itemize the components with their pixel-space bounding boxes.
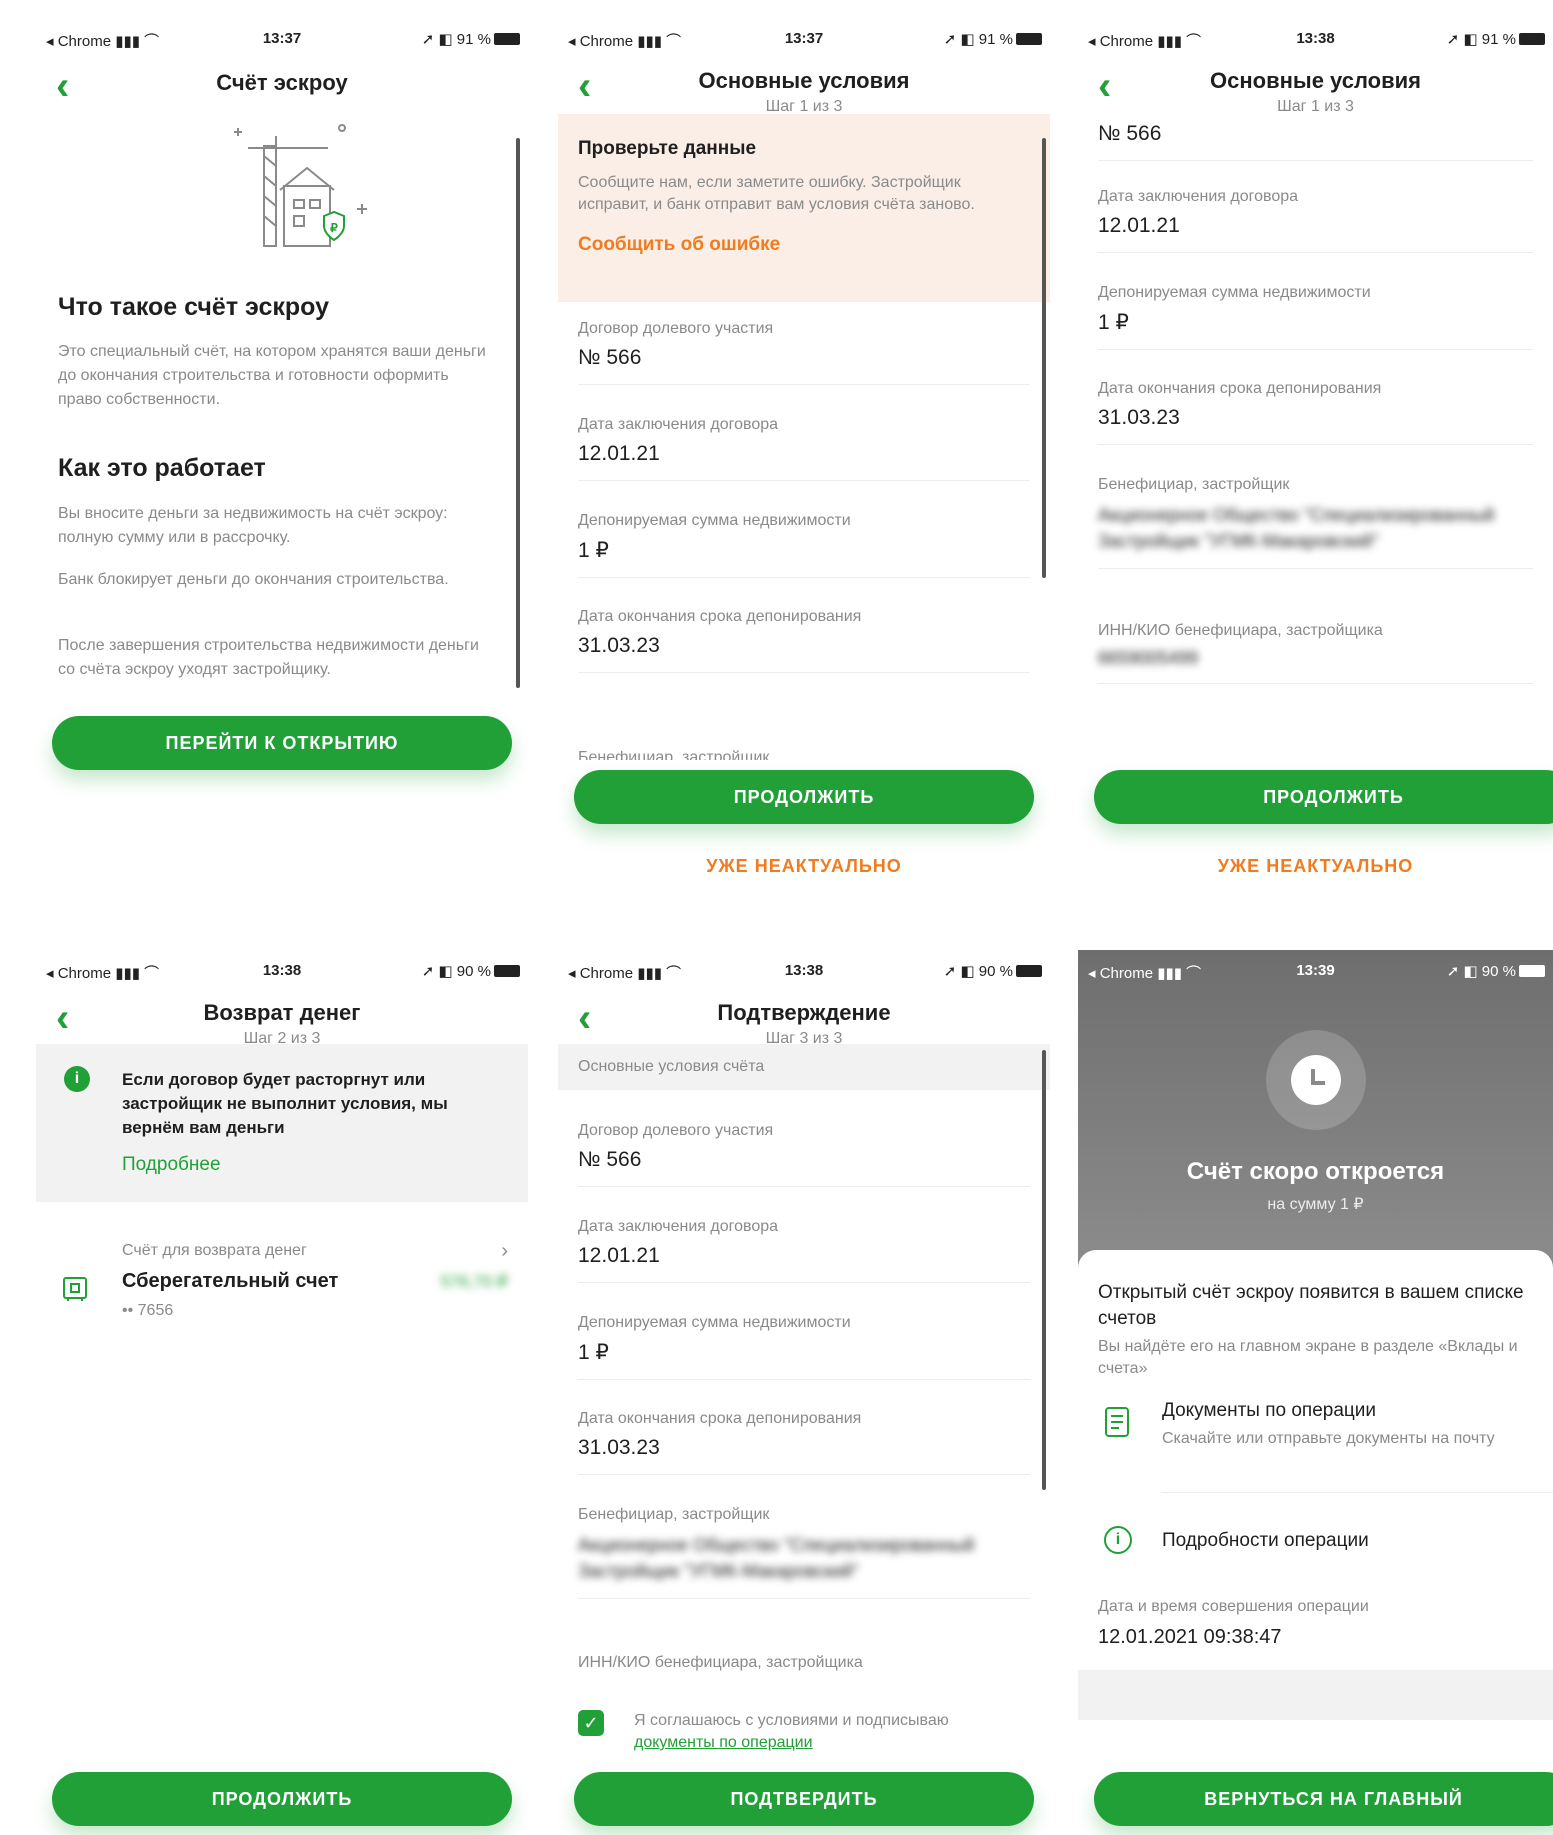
continue-button[interactable]: Продолжить: [1094, 770, 1553, 824]
page-title: Возврат денег: [203, 1000, 361, 1025]
scrollbar[interactable]: [516, 138, 520, 688]
field-end-date: Дата окончания срока депонирования 31.03…: [578, 608, 1030, 673]
field-amount: Депонируемая сумма недвижимости 1 ₽: [578, 512, 1030, 578]
paragraph-what: Это специальный счёт, на котором хранятс…: [58, 343, 486, 408]
page-title: Основные условия: [1210, 68, 1421, 93]
battery-indicator: ➚ ◧ 90 %: [422, 962, 520, 980]
refund-info-text: Если договор будет расторгнут или застро…: [122, 1070, 448, 1137]
scrollbar[interactable]: [1042, 138, 1046, 578]
screen-escrow-intro: ◂ Chrome ▮▮▮ ⌒ 13:37 ➚ ◧ 91 % ‹ Счёт эск…: [36, 18, 528, 923]
page-title: Основные условия: [698, 68, 910, 93]
document-icon: [1105, 1407, 1129, 1437]
status-bar: ◂ Chrome ▮▮▮ ⌒ 13:38 ➚ ◧ 91 %: [1078, 24, 1553, 54]
field-inn: ИНН/КИО бенефициара, застройщика 6659005…: [1098, 622, 1533, 684]
status-bar: ◂ Chrome ▮▮▮ ⌒ 13:37 ➚ ◧ 91 %: [558, 24, 1050, 54]
field-contract: Договор долевого участия № 566: [578, 1122, 1030, 1187]
report-error-link[interactable]: Сообщить об ошибке: [578, 234, 1030, 256]
field-beneficiary: Бенефициар, застройщик Акционерное Общес…: [1098, 476, 1533, 569]
refund-info-banner: i Если договор будет расторгнут или заст…: [36, 1044, 528, 1202]
field-contract-date: Дата заключения договора 12.01.21: [1098, 188, 1533, 253]
info-icon: i: [64, 1066, 90, 1092]
account-name: Сберегательный счет: [122, 1270, 339, 1292]
field-inn-label: ИНН/КИО бенефициара, застройщика: [578, 1654, 863, 1671]
check-data-banner: Проверьте данные Сообщите нам, если заме…: [558, 114, 1050, 302]
status-bar: ◂ Chrome ▮▮▮ ⌒ 13:39 ➚ ◧ 90 %: [1078, 956, 1553, 986]
success-subtitle: на сумму 1 ₽: [1267, 1196, 1364, 1213]
field-beneficiary: Бенефициар, застройщик Акционерное Общес…: [578, 1506, 1030, 1599]
success-header: ◂ Chrome ▮▮▮ ⌒ 13:39 ➚ ◧ 90 % Счёт скоро…: [1078, 950, 1553, 1280]
heading-how: Как это работает: [58, 454, 266, 482]
paragraph-how-1: Вы вносите деньги за недвижимость на счё…: [58, 505, 448, 546]
status-bar: ◂ Chrome ▮▮▮ ⌒ 13:38 ➚ ◧ 90 %: [36, 956, 528, 986]
documents-title: Документы по операции: [1162, 1400, 1377, 1421]
success-title: Счёт скоро откроется: [1186, 1158, 1445, 1185]
screen-main-terms-scrolled: ◂ Chrome ▮▮▮ ⌒ 13:38 ➚ ◧ 91 % ‹ Основные…: [1078, 18, 1553, 923]
field-end-date: Дата окончания срока депонирования 31.03…: [1098, 380, 1533, 445]
banner-text: Сообщите нам, если заметите ошибку. Заст…: [578, 174, 975, 213]
banner-title: Проверьте данные: [578, 138, 757, 159]
field-contract: Договор долевого участия № 566: [578, 320, 1030, 385]
paragraph-how-2: Банк блокирует деньги до окончания строи…: [58, 571, 449, 588]
heading-what: Что такое счёт эскроу: [58, 293, 330, 321]
continue-button[interactable]: Продолжить: [52, 1772, 512, 1826]
chevron-right-icon: ›: [501, 1240, 508, 1262]
safe-icon: [63, 1277, 87, 1301]
continue-button[interactable]: Продолжить: [574, 770, 1034, 824]
field-contract-date: Дата заключения договора 12.01.21: [578, 1218, 1030, 1283]
not-relevant-button[interactable]: Уже неактуально: [1078, 856, 1553, 877]
field-amount: Депонируемая сумма недвижимости 1 ₽: [1098, 284, 1533, 350]
battery-indicator: ➚ ◧ 91 %: [1447, 30, 1545, 48]
refund-account-row[interactable]: Счёт для возврата денег › Сберегательный…: [36, 1230, 528, 1330]
screen-confirmation: ◂ Chrome ▮▮▮ ⌒ 13:38 ➚ ◧ 90 % ‹ Подтверж…: [558, 950, 1050, 1835]
notice-title: Открытый счёт эскроу появится в вашем сп…: [1098, 1282, 1524, 1329]
status-bar: ◂ Chrome ▮▮▮ ⌒ 13:38 ➚ ◧ 90 %: [558, 956, 1050, 986]
field-contract: № 566: [1098, 122, 1533, 161]
return-home-button[interactable]: Вернуться на главный: [1094, 1772, 1553, 1826]
info-icon: i: [1104, 1526, 1132, 1554]
agree-checkbox[interactable]: ✓: [578, 1710, 604, 1736]
field-contract-date: Дата заключения договора 12.01.21: [578, 416, 1030, 481]
account-label: Счёт для возврата денег: [122, 1242, 307, 1259]
paragraph-how-3: После завершения строительства недвижимо…: [58, 637, 479, 678]
status-bar: ◂ Chrome ▮▮▮ ⌒ 13:37 ➚ ◧ 91 %: [36, 24, 528, 54]
datetime-label: Дата и время совершения операции: [1098, 1598, 1369, 1615]
screen-success: ◂ Chrome ▮▮▮ ⌒ 13:39 ➚ ◧ 90 % Счёт скоро…: [1078, 950, 1553, 1835]
go-to-open-button[interactable]: Перейти к открытию: [52, 716, 512, 770]
not-relevant-button[interactable]: Уже неактуально: [558, 856, 1050, 877]
page-title: Счёт эскроу: [216, 70, 348, 95]
battery-indicator: ➚ ◧ 90 %: [944, 962, 1042, 980]
section-header: Основные условия счёта: [558, 1044, 1050, 1090]
documents-row[interactable]: Документы по операции Скачайте или отпра…: [1078, 1396, 1553, 1496]
details-row[interactable]: i Подробности операции: [1078, 1518, 1553, 1568]
clock-icon: [1291, 1055, 1341, 1105]
screen-refund: ◂ Chrome ▮▮▮ ⌒ 13:38 ➚ ◧ 90 % ‹ Возврат …: [36, 950, 528, 1835]
account-number: •• 7656: [122, 1302, 174, 1319]
screen-main-terms: ◂ Chrome ▮▮▮ ⌒ 13:37 ➚ ◧ 91 % ‹ Основные…: [558, 18, 1050, 923]
details-title: Подробности операции: [1162, 1530, 1369, 1551]
page-title: Подтверждение: [717, 1000, 891, 1025]
scrollbar[interactable]: [1042, 1050, 1046, 1490]
details-sheet: Открытый счёт эскроу появится в вашем сп…: [1078, 1250, 1553, 1835]
notice-text: Вы найдёте его на главном экране в разде…: [1098, 1338, 1518, 1377]
agree-text: Я соглашаюсь с условиями и подписываю до…: [634, 1712, 949, 1751]
battery-indicator: ➚ ◧ 90 %: [1447, 962, 1545, 980]
crane-house-illustration: ₽: [234, 124, 367, 247]
battery-indicator: ➚ ◧ 91 %: [422, 30, 520, 48]
documents-text: Скачайте или отправьте документы на почт…: [1162, 1430, 1495, 1447]
documents-link[interactable]: документы по операции: [634, 1734, 813, 1751]
battery-indicator: ➚ ◧ 91 %: [944, 30, 1042, 48]
field-amount: Депонируемая сумма недвижимости 1 ₽: [578, 1314, 1030, 1380]
more-details-link[interactable]: Подробнее: [122, 1154, 221, 1176]
footer-shade: [1078, 1670, 1553, 1720]
svg-text:₽: ₽: [330, 221, 338, 235]
confirm-button[interactable]: Подтвердить: [574, 1772, 1034, 1826]
field-beneficiary-partial: Бенефициар, застройщик: [578, 750, 770, 760]
account-balance: 576,70 ₽: [440, 1272, 508, 1291]
step-indicator: Шаг 1 из 3: [1277, 98, 1354, 115]
datetime-value: 12.01.2021 09:38:47: [1098, 1626, 1282, 1648]
field-end-date: Дата окончания срока депонирования 31.03…: [578, 1410, 1030, 1475]
